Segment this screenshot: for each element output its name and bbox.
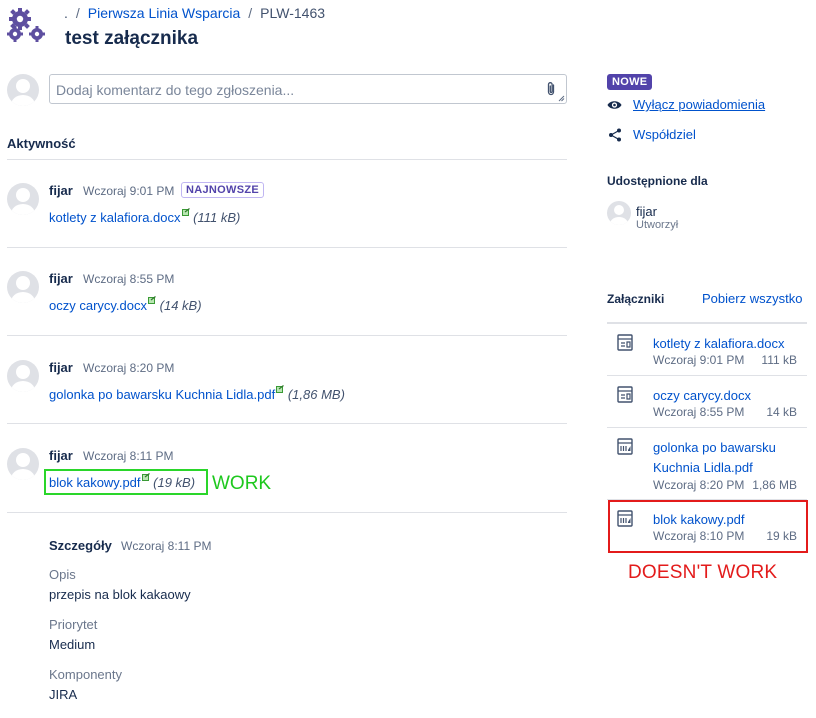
unwatch-link[interactable]: Wyłącz powiadomienia [633, 97, 765, 112]
attachment-size: 14 kB [766, 405, 797, 419]
avatar [7, 183, 39, 215]
breadcrumb-separator: / [75, 5, 80, 21]
attachment-name[interactable]: oczy carycy.docx [653, 386, 801, 406]
details-label: Szczegóły [49, 538, 112, 553]
field-value-priority: Medium [49, 637, 96, 652]
field-value-components: JIRA [49, 687, 78, 702]
document-icon [617, 386, 633, 403]
breadcrumb-issue-key[interactable]: PLW-1463 [260, 5, 325, 21]
divider [7, 423, 567, 424]
avatar [7, 271, 39, 303]
attachment-name[interactable]: golonka po bawarsku Kuchnia Lidla.pdf [653, 438, 801, 478]
newest-badge: NAJNOWSZE [181, 182, 264, 198]
attachment-date: Wczoraj 9:01 PM [653, 353, 745, 367]
attachment-date: Wczoraj 8:55 PM [653, 405, 745, 419]
avatar [7, 360, 39, 392]
download-all-link[interactable]: Pobierz wszystko [702, 291, 802, 306]
attachment-added-icon [148, 296, 156, 304]
breadcrumb-separator: / [248, 5, 253, 21]
activity-user[interactable]: fijar [49, 360, 73, 375]
activity-time: Wczoraj 8:20 PM [83, 361, 175, 375]
breadcrumb-project-link[interactable]: Pierwsza Linia Wsparcia [88, 5, 241, 21]
activity-attachment-link[interactable]: kotlety z kalafiora.docx [49, 210, 181, 225]
avatar [7, 74, 39, 106]
share-link[interactable]: Współdziel [633, 127, 696, 142]
avatar [607, 201, 631, 225]
breadcrumb-root[interactable]: . [64, 5, 68, 21]
pdf-icon [617, 438, 633, 455]
breadcrumb: . / Pierwsza Linia Wsparcia / PLW-1463 [64, 5, 325, 21]
doesnt-work-highlight-box [608, 500, 808, 553]
field-label-description: Opis [49, 567, 76, 582]
divider [7, 159, 567, 160]
field-value-description: przepis na blok kakaowy [49, 587, 191, 602]
attachment-added-icon [276, 385, 285, 393]
shared-with-heading: Udostępnione dla [607, 174, 708, 188]
activity-user[interactable]: fijar [49, 448, 73, 463]
attachment-added-icon [181, 208, 190, 216]
activity-time: Wczoraj 8:11 PM [83, 449, 174, 463]
activity-attachment-size: (1,86 MB) [287, 387, 345, 402]
shared-user-name: fijar [636, 204, 657, 219]
activity-user[interactable]: fijar [49, 271, 73, 286]
divider [7, 335, 567, 336]
paperclip-icon[interactable] [545, 81, 557, 97]
attachment-item[interactable]: kotlety z kalafiora.docx Wczoraj 9:01 PM… [607, 324, 807, 376]
activity-attachment-size: (111 kB) [193, 210, 241, 225]
work-annotation: WORK [212, 473, 272, 494]
work-highlight-box [44, 469, 208, 495]
activity-heading: Aktywność [7, 136, 76, 151]
divider [7, 512, 567, 513]
field-label-priority: Priorytet [49, 617, 98, 632]
activity-item: fijar Wczoraj 8:20 PM golonka po bawarsk… [0, 360, 570, 448]
activity-time: Wczoraj 9:01 PM [83, 184, 175, 198]
project-gears-logo[interactable] [6, 6, 50, 44]
doesnt-work-annotation: DOESN'T WORK [628, 562, 778, 583]
avatar [7, 448, 39, 480]
resize-handle-icon[interactable] [558, 95, 565, 102]
eye-icon [607, 101, 622, 109]
divider [7, 247, 567, 248]
attachment-size: 1,86 MB [752, 478, 797, 492]
attachment-size: 111 kB [761, 353, 797, 367]
activity-time: Wczoraj 8:55 PM [83, 272, 175, 286]
activity-attachment-link[interactable]: oczy carycy.docx [49, 298, 147, 313]
comment-input[interactable]: Dodaj komentarz do tego zgłoszenia... [49, 74, 567, 104]
document-icon [617, 334, 633, 351]
attachment-date: Wczoraj 8:20 PM [653, 478, 745, 492]
details-time: Wczoraj 8:11 PM [121, 539, 212, 553]
page-title: test załącznika [65, 28, 199, 49]
field-label-components: Komponenty [49, 667, 122, 682]
share-icon [609, 128, 621, 142]
activity-item: fijar Wczoraj 8:55 PM oczy carycy.docx (… [0, 271, 570, 359]
shared-user-role: Utworzył [636, 219, 679, 231]
activity-attachment-size: (14 kB) [159, 298, 202, 313]
activity-user[interactable]: fijar [49, 183, 73, 198]
attachment-item[interactable]: golonka po bawarsku Kuchnia Lidla.pdf Wc… [607, 428, 807, 500]
activity-attachment-link[interactable]: golonka po bawarsku Kuchnia Lidla.pdf [49, 387, 275, 402]
comment-placeholder: Dodaj komentarz do tego zgłoszenia... [56, 82, 295, 98]
attachments-heading: Załączniki [607, 292, 665, 306]
attachment-name[interactable]: kotlety z kalafiora.docx [653, 334, 801, 354]
activity-item: fijar Wczoraj 9:01 PM NAJNOWSZE kotlety … [0, 182, 570, 271]
status-badge: NOWE [607, 74, 653, 90]
attachment-item[interactable]: oczy carycy.docx Wczoraj 8:55 PM 14 kB [607, 376, 807, 428]
